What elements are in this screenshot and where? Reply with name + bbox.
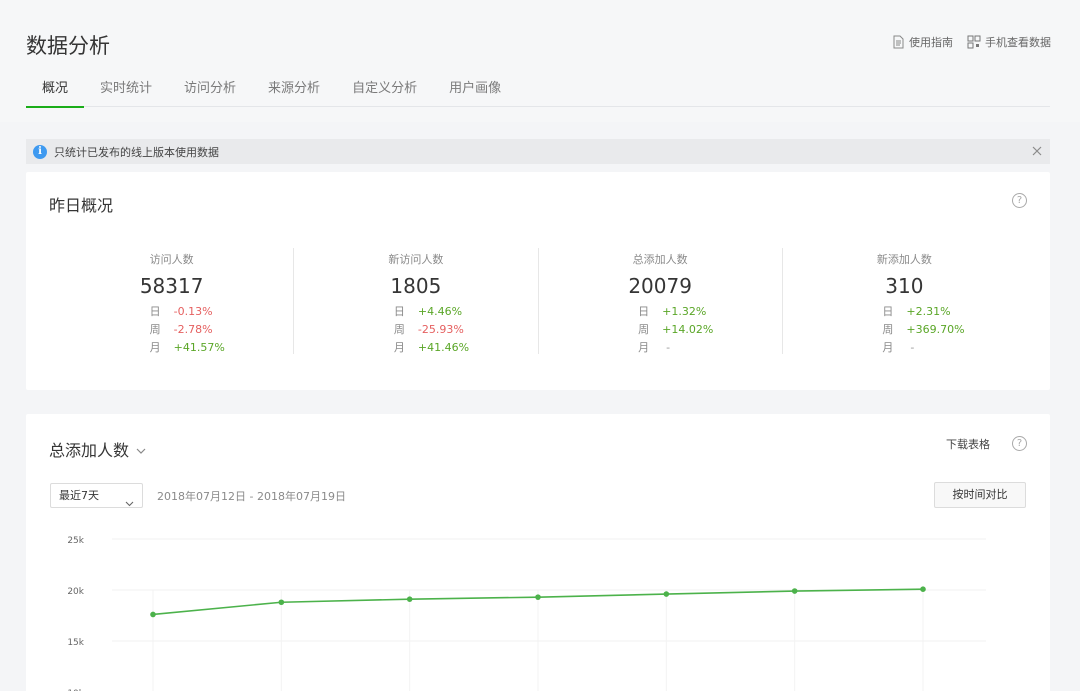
tab-visit-analysis[interactable]: 访问分析 [168, 78, 252, 107]
chevron-down-icon [136, 440, 146, 459]
change-row-month: 月- [638, 339, 722, 357]
document-icon [892, 35, 905, 49]
change-row-month: 月 +41.46% [394, 339, 478, 357]
metric-label: 访问人数 [149, 253, 194, 266]
data-point [663, 591, 670, 597]
change-value: -0.13% [173, 305, 213, 318]
download-table-link[interactable]: 下载表格 [946, 436, 990, 452]
change-value: +369.70% [906, 323, 965, 336]
change-key: 月 [149, 341, 161, 354]
change-key: 日 [882, 305, 894, 318]
change-value: -2.78% [173, 323, 213, 336]
change-row-month: 月 +41.57% [150, 339, 234, 357]
data-point [150, 611, 156, 618]
metric-label: 新访问人数 [388, 253, 444, 266]
metric-total-adds: 总添加人数 20079 日 +1.32% 周 +14.02% 月- [537, 248, 782, 357]
notice-bar: i 只统计已发布的线上版本使用数据 [26, 139, 1050, 164]
y-tick-label: 20k [67, 587, 84, 597]
metric-changes: 日 +1.32% 周 +14.02% 月- [638, 303, 722, 357]
metric-changes: 日 +2.31% 周 +369.70% 月- [882, 303, 966, 357]
change-value: +14.02% [662, 323, 714, 336]
change-row-day: 日 +2.31% [882, 303, 966, 321]
data-point [920, 586, 926, 592]
change-row-week: 周 -2.78% [150, 321, 234, 339]
help-icon[interactable]: ? [1012, 193, 1027, 208]
metric-dropdown[interactable]: 总添加人数 [49, 437, 146, 461]
tab-user-profile[interactable]: 用户画像 [433, 78, 517, 107]
change-row-day: 日 -0.13% [150, 303, 234, 321]
guide-link[interactable]: 使用指南 [892, 34, 953, 50]
range-select-value: 最近7天 [59, 489, 99, 502]
tab-custom-analysis[interactable]: 自定义分析 [336, 78, 433, 107]
mobile-data-link-label: 手机查看数据 [985, 36, 1051, 49]
change-row-week: 周 +369.70% [882, 321, 966, 339]
trend-chart: 25k20k15k10k [26, 514, 1050, 691]
metric-value: 58317 [139, 274, 204, 298]
help-icon[interactable]: ? [1012, 436, 1027, 451]
metric-new-visitors: 新访问人数 1805 日 +4.46% 周 -25.93% 月 +41.46% [293, 248, 537, 354]
change-value: +4.46% [417, 305, 463, 318]
data-point [535, 594, 541, 600]
metric-visitors: 访问人数 58317 日 -0.13% 周 -2.78% 月 +41.57% [50, 248, 293, 354]
change-key: 月 [638, 341, 650, 354]
change-key: 周 [638, 323, 650, 336]
close-icon[interactable] [1030, 144, 1044, 158]
info-icon: i [33, 144, 47, 159]
overview-title: 昨日概况 [49, 196, 114, 215]
metric-value: 1805 [390, 274, 442, 298]
page-header: 数据分析 使用指南 手机查看数据 概况 实时统计 访问分析 来源分析 自定义分析… [0, 0, 1080, 122]
y-tick-label: 25k [67, 536, 84, 546]
overview-card: 昨日概况 ? 访问人数 58317 日 -0.13% 周 -2.78% 月 +41.5… [26, 172, 1050, 390]
data-point [278, 599, 285, 606]
tab-bar: 概况 实时统计 访问分析 来源分析 自定义分析 用户画像 [26, 78, 1050, 108]
change-key: 周 [882, 323, 894, 336]
metric-changes: 日 -0.13% 周 -2.78% 月 +41.57% [150, 303, 234, 357]
change-value: +1.32% [662, 305, 707, 318]
change-key: 月 [882, 341, 894, 354]
change-key: 日 [149, 305, 161, 318]
change-row-day: 日 +4.46% [394, 303, 478, 321]
range-select[interactable]: 最近7天 [50, 483, 143, 508]
metrics-row: 访问人数 58317 日 -0.13% 周 -2.78% 月 +41.57% 新访问人… [50, 248, 1026, 354]
trend-chart-svg: 25k20k15k10k [67, 536, 986, 691]
change-row-day: 日 +1.32% [638, 303, 722, 321]
compare-by-time-button[interactable]: 按时间对比 [934, 482, 1026, 508]
change-value: +2.31% [906, 305, 951, 318]
change-row-week: 周 -25.93% [394, 321, 478, 339]
metric-value: 20079 [628, 274, 692, 298]
guide-link-label: 使用指南 [909, 36, 953, 49]
trend-title: 总添加人数 [49, 441, 130, 460]
change-value: - [666, 341, 671, 354]
metric-label: 新添加人数 [876, 253, 932, 266]
trend-card: 总添加人数 下载表格 ? 最近7天 2018年07月12日 - 2018年07月… [26, 414, 1050, 691]
tab-overview[interactable]: 概况 [26, 78, 85, 108]
y-tick-label: 15k [67, 638, 84, 648]
metric-new-adds: 新添加人数 310 日 +2.31% 周 +369.70% 月- [781, 248, 1026, 357]
data-point [406, 596, 413, 602]
metric-changes: 日 +4.46% 周 -25.93% 月 +41.46% [394, 303, 478, 357]
change-row-week: 周 +14.02% [638, 321, 722, 339]
change-value: - [910, 341, 915, 354]
date-range: 2018年07月12日 - 2018年07月19日 [157, 490, 346, 503]
mobile-data-link[interactable]: 手机查看数据 [967, 34, 1051, 50]
chevron-down-icon [125, 492, 134, 515]
header-links: 使用指南 手机查看数据 [892, 34, 1051, 50]
change-row-month: 月- [882, 339, 966, 357]
notice-text: 只统计已发布的线上版本使用数据 [54, 145, 219, 159]
change-key: 月 [393, 341, 405, 354]
change-key: 周 [149, 323, 161, 336]
change-value: +41.46% [417, 341, 470, 354]
change-key: 周 [393, 323, 405, 336]
data-point [791, 588, 798, 594]
metric-label: 总添加人数 [632, 253, 688, 266]
metric-value: 310 [885, 274, 924, 298]
tab-realtime[interactable]: 实时统计 [84, 78, 168, 107]
qr-code-icon [967, 35, 981, 49]
change-value: +41.57% [173, 341, 225, 354]
change-key: 日 [393, 305, 405, 318]
tab-source-analysis[interactable]: 来源分析 [252, 78, 336, 107]
page-title: 数据分析 [26, 34, 110, 58]
change-key: 日 [638, 305, 650, 318]
change-value: -25.93% [417, 323, 464, 336]
